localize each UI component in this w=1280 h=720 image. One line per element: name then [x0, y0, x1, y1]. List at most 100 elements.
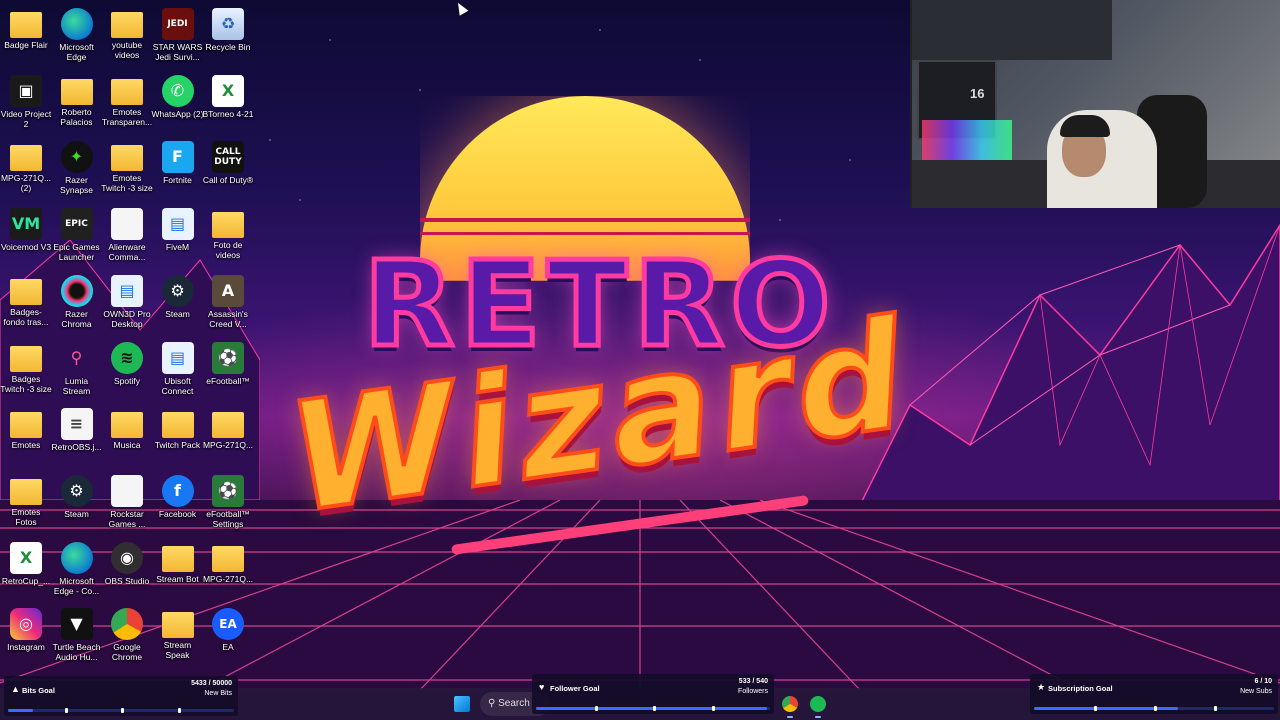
desktop-icon[interactable]: F Fortnite: [152, 137, 204, 201]
folder-icon: [161, 412, 194, 439]
goal-milestone-marker: [1214, 706, 1217, 711]
bits-goal-widget: ▲ Bits Goal 5433 / 50000 New Bits: [4, 676, 238, 716]
folder-icon: [111, 12, 143, 38]
goal-milestone-marker: [653, 706, 656, 711]
desktop-icon[interactable]: ≋ Spotify: [101, 338, 153, 402]
cod-icon: CALL DUTY: [212, 141, 244, 174]
desktop-icon[interactable]: ⚽ eFootball™ Settings: [202, 471, 254, 535]
folder-icon: [212, 412, 244, 439]
webcam-overlay: 16: [910, 0, 1280, 208]
desktop-icon[interactable]: Microsoft Edge: [51, 4, 103, 68]
desktop-icon[interactable]: ▣ Video Project 2: [0, 71, 52, 135]
desktop-icon[interactable]: Musica: [101, 404, 153, 468]
desktop-icon-label: Steam: [64, 508, 89, 519]
goal-unit: New Bits: [204, 690, 232, 697]
desktop-icon[interactable]: JEDI STAR WARS Jedi Survi...: [152, 4, 204, 68]
goal-progress-track: [1034, 706, 1274, 711]
doc-icon: [111, 208, 143, 241]
desktop-icon[interactable]: ⚙ Steam: [51, 471, 103, 535]
desktop-icon-label: Call of Duty®: [202, 175, 254, 186]
desktop-icon[interactable]: Alienware Comma...: [101, 204, 153, 268]
desktop-icon-label: Razer Synapse: [59, 175, 94, 196]
desktop-icon[interactable]: Emotes Transparen...: [101, 71, 153, 135]
desktop-icon-label: STAR WARS Jedi Survi...: [152, 42, 203, 62]
desktop-icon[interactable]: Roberto Palacios: [51, 71, 103, 135]
desktop-icon-label: Lumia Stream: [62, 375, 91, 396]
windows-start-icon[interactable]: [454, 696, 470, 712]
desktop-icon[interactable]: ⚽ eFootball™: [202, 338, 254, 402]
desktop-icon-label: MPG-271Q...: [202, 440, 254, 451]
desktop-icon[interactable]: Razer Chroma: [51, 271, 103, 335]
desktop-icon-label: Assassin's Creed V...: [208, 308, 248, 329]
desktop-icon[interactable]: A Assassin's Creed V...: [202, 271, 254, 335]
desktop-icon[interactable]: Badges-fondo tras...: [0, 271, 52, 335]
subscription-goal-widget: ★ Subscription Goal 6 / 10 New Subs: [1030, 674, 1278, 714]
chrome-icon: [111, 608, 143, 641]
desktop-icon[interactable]: X BTorneo 4-21: [202, 71, 254, 135]
desktop-icon[interactable]: ✆ WhatsApp (2): [152, 71, 204, 135]
star-icon: ★: [1037, 682, 1046, 692]
blue-icon: ▤: [111, 274, 143, 307]
desktop-icon[interactable]: Badges Twitch -3 size: [0, 338, 52, 402]
desktop-icon[interactable]: Emotes Twitch -3 size: [101, 137, 153, 201]
desktop-icon[interactable]: ♻ Recycle Bin: [202, 4, 254, 68]
desktop-icon[interactable]: ⚙ Steam: [152, 271, 204, 335]
chrome-icon[interactable]: [782, 696, 798, 712]
obs-icon: ◉: [111, 541, 143, 574]
desktop-icon[interactable]: Google Chrome: [101, 604, 153, 668]
blue-icon: ▤: [161, 341, 194, 374]
folder-icon: [212, 545, 244, 572]
goal-milestone-marker: [121, 708, 124, 713]
desktop-icon[interactable]: Foto de videos: [202, 204, 254, 268]
desktop-icon[interactable]: Badge Flair: [0, 4, 52, 68]
desktop-icon-label: Spotify: [114, 375, 140, 386]
desktop-icon-label: EA: [222, 642, 234, 653]
desktop-icon[interactable]: Emotes: [0, 404, 52, 468]
desktop-icon[interactable]: ⚲ Lumia Stream: [51, 338, 103, 402]
desktop-icon[interactable]: Twitch Pack: [152, 404, 204, 468]
fb-icon: f: [161, 474, 194, 507]
desktop-icon[interactable]: ✦ Razer Synapse: [51, 137, 103, 201]
desktop-icon[interactable]: ◉ OBS Studio: [101, 538, 153, 602]
jedi-icon: JEDI: [161, 8, 194, 40]
desktop-icon[interactable]: Stream Speak: [152, 604, 204, 668]
desktop-icon[interactable]: ▤ FiveM: [152, 204, 204, 268]
desktop-icon[interactable]: MPG-271Q... (2): [0, 137, 52, 201]
goal-title: Bits Goal: [22, 686, 55, 695]
desktop-icon[interactable]: Emotes Fotos: [0, 471, 52, 535]
desktop-icon-label: Ubisoft Connect: [161, 375, 194, 396]
desktop-icon-label: MPG-271Q...: [202, 573, 254, 584]
desktop-icon[interactable]: ≡ RetroOBS.j...: [51, 404, 103, 468]
desktop-icon[interactable]: CALL DUTY Call of Duty®: [202, 137, 254, 201]
desktop-icon[interactable]: Microsoft Edge - Co...: [51, 538, 103, 602]
desktop-icon[interactable]: ▤ OWN3D Pro Desktop: [101, 271, 153, 335]
goal-progress-track: [536, 706, 770, 711]
desktop-icon-label: Twitch Pack: [154, 440, 201, 451]
desktop-icon-label: RetroOBS.j...: [51, 442, 102, 453]
desktop-icon[interactable]: youtube videos: [101, 4, 153, 68]
webcam-shelf: [912, 0, 1112, 60]
black-icon: ▣: [10, 74, 42, 107]
desktop-icon[interactable]: EPIC Epic Games Launcher: [51, 204, 103, 268]
desktop-icon[interactable]: VM Voicemod V3: [0, 204, 52, 268]
edge-icon: [60, 541, 93, 574]
desktop-icon[interactable]: Stream Bot: [152, 538, 204, 602]
desktop-icon[interactable]: ▤ Ubisoft Connect: [152, 338, 204, 402]
spotify-icon[interactable]: [810, 696, 826, 712]
desktop-icon-label: RetroCup_...: [1, 575, 51, 586]
goal-unit: New Subs: [1240, 688, 1272, 695]
heart-icon: ♥: [539, 682, 545, 692]
desktop-icon[interactable]: MPG-271Q...: [202, 538, 254, 602]
search-icon: ⚲: [488, 698, 499, 709]
desktop-icon-label: Facebook: [158, 508, 197, 519]
desktop-icon[interactable]: f Facebook: [152, 471, 204, 535]
desktop-icon[interactable]: X RetroCup_...: [0, 538, 52, 602]
desktop-icon[interactable]: ▼ Turtle Beach Audio Hu...: [51, 604, 103, 668]
desktop-icon-label: FiveM: [165, 242, 190, 253]
ea-icon: EA: [212, 608, 244, 641]
desktop-icon[interactable]: Rockstar Games ...: [101, 471, 153, 535]
desktop-icon[interactable]: MPG-271Q...: [202, 404, 254, 468]
desktop-icon[interactable]: ◎ Instagram: [0, 604, 52, 668]
desktop-icon[interactable]: EA EA: [202, 604, 254, 668]
excel-icon: X: [10, 541, 42, 574]
